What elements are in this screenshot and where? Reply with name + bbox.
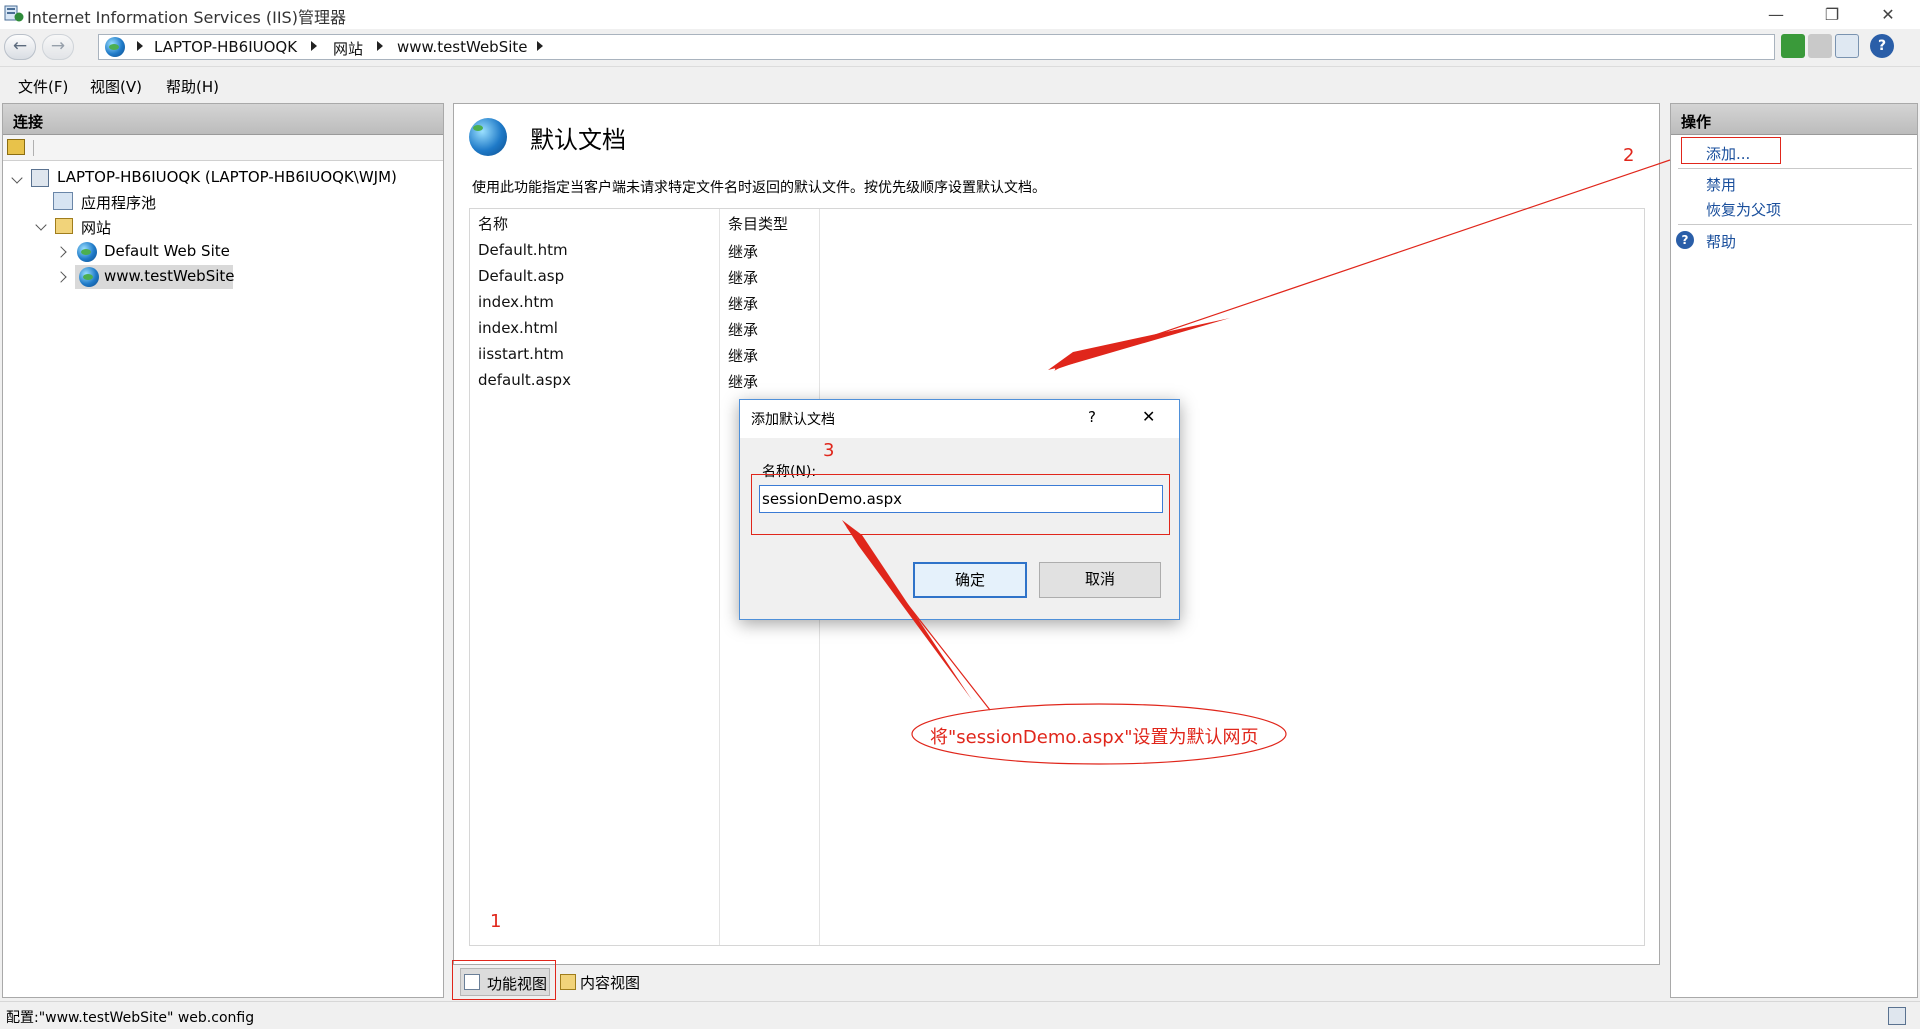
annotation-arrow-head — [842, 520, 972, 700]
annotation-step-1: 1 — [490, 911, 502, 932]
annotation-note: 将"sessionDemo.aspx"设置为默认网页 — [930, 727, 1259, 748]
annotation-arrow-head — [1048, 318, 1230, 370]
annotation-step-3: 3 — [823, 440, 835, 461]
annotation-step-2: 2 — [1623, 145, 1635, 166]
